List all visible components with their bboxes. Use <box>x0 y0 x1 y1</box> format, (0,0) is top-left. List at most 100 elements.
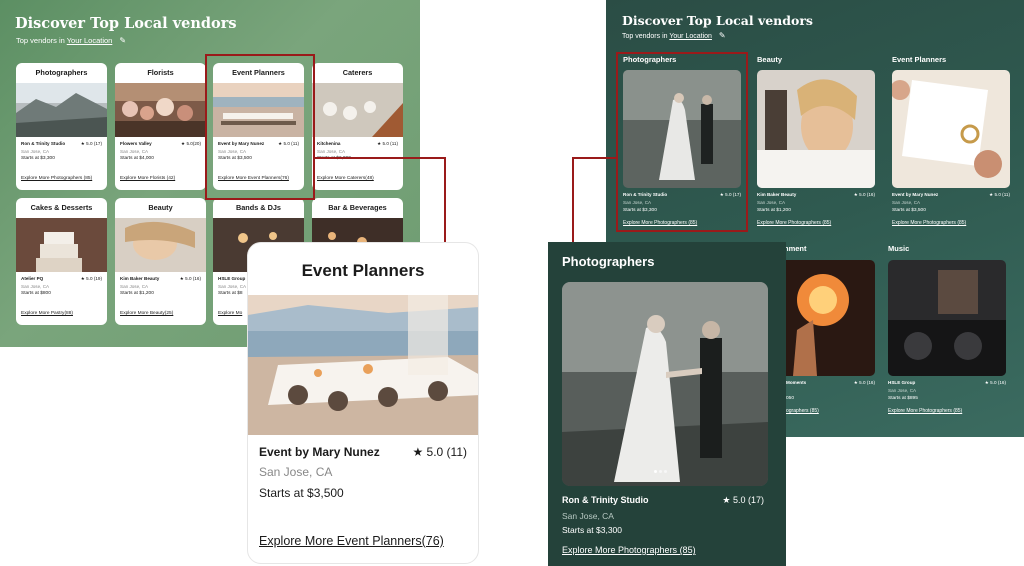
explore-more-link[interactable]: Explore More Florists (42) <box>120 176 175 181</box>
explore-more-link[interactable]: Explore Mo <box>218 311 242 316</box>
caterers-photo <box>312 83 403 137</box>
card-category: Event Planners <box>892 55 947 64</box>
florists-photo <box>115 83 206 137</box>
explore-more-link[interactable]: Explore More Pastry(88) <box>21 311 73 316</box>
cakes-photo <box>16 218 107 272</box>
vendor-location: San Jose, CA <box>317 149 346 154</box>
card-category: Event Planners <box>301 261 425 280</box>
explore-more-link[interactable]: ographers (85) <box>786 408 819 414</box>
card-category: Photographers <box>35 68 88 77</box>
vendor-location: San Jose, CA <box>888 388 917 393</box>
card-category: Caterers <box>342 68 373 77</box>
vendor-price: Starts at $895 <box>888 396 918 401</box>
explore-more-link[interactable]: Explore More Beauty(25) <box>120 311 173 316</box>
card-category: Beauty <box>757 55 783 64</box>
zoomed-event-planners-card[interactable]: Event Planners Event by Mary Nunez ★ 5.0… <box>247 242 479 564</box>
connector-line <box>444 157 446 243</box>
vendor-rating: ★ 5.0 (16) <box>179 276 201 281</box>
vendor-location: San Jose, CA <box>21 284 50 289</box>
explore-more-link[interactable]: Explore More Photographers (85) <box>757 220 831 226</box>
vendor-card-cakes-desserts[interactable]: Cakes & Desserts Atelier PQ ★ 5.0 (19) S… <box>16 198 107 325</box>
explore-more-link[interactable]: Explore More Event Planners(76) <box>259 534 444 548</box>
vendor-card-photographers[interactable]: Photographers Ron & Trinity Studio ★ 5.0… <box>16 63 107 190</box>
carousel-dots[interactable] <box>654 470 667 473</box>
vendor-price: Starts at $3,300 <box>562 525 623 535</box>
event-planners-highlight-box <box>205 54 315 200</box>
card-category: Bands & DJs <box>235 203 281 212</box>
vendor-rating: ★ 5.0(20) <box>181 141 201 146</box>
vendor-price: Starts at $3,300 <box>21 156 55 161</box>
right-panel-title: Discover Top Local vendors <box>622 13 813 28</box>
card-category: Beauty <box>148 203 173 212</box>
card-category: nment <box>784 244 807 253</box>
vendor-price: Starts at $1,200 <box>757 208 791 213</box>
card-category: Florists <box>147 68 174 77</box>
vendor-location: San Jose, CA <box>892 200 921 205</box>
event-planners-photo <box>248 295 478 435</box>
vendor-name: Ron & Trinity Studio <box>562 495 649 505</box>
music-photo[interactable] <box>888 260 1006 376</box>
vendor-rating: ★ 5.0 (16) <box>984 380 1006 385</box>
vendor-rating: ★ 5.0 (11) <box>989 192 1010 197</box>
location-link[interactable]: Your Location <box>67 36 113 45</box>
explore-more-link[interactable]: Explore More Caterers(48) <box>317 176 374 181</box>
vendor-location: San Jose, CA <box>120 284 149 289</box>
vendor-card-beauty[interactable]: Beauty Kim Baker Beauty ★ 5.0 (16) San J… <box>115 198 206 325</box>
card-category: Photographers <box>562 254 655 269</box>
vendor-price: Starts at $800 <box>21 291 51 296</box>
beauty-photo[interactable] <box>757 70 875 188</box>
vendor-name: Kitchenina <box>317 141 341 146</box>
vendor-rating: ★ 5.0 (11) <box>377 141 398 146</box>
vendor-name: Ron & Trinity Studio <box>21 141 66 146</box>
card-category: Bar & Beverages <box>328 203 387 212</box>
edit-pencil-icon[interactable]: ✎ <box>119 36 126 45</box>
vendor-rating: ★ 5.0 (16) <box>853 380 875 385</box>
card-category: Cakes & Desserts <box>30 203 93 212</box>
edit-pencil-icon[interactable]: ✎ <box>719 31 726 40</box>
event-planners-photo[interactable] <box>892 70 1010 188</box>
photographers-photo <box>16 83 107 137</box>
vendor-rating: ★ 5.0 (17) <box>80 141 102 146</box>
vendor-name: HSLE Group <box>888 380 916 385</box>
vendor-price: 050 <box>786 396 795 401</box>
connector-line <box>315 157 446 159</box>
vendor-name: Kim Baker Beauty <box>757 192 797 197</box>
vendor-name: Atelier PQ <box>21 276 44 281</box>
beauty-photo <box>115 218 206 272</box>
vendor-card-florists[interactable]: Florists Flowers Valley ★ 5.0(20) San Jo… <box>115 63 206 190</box>
vendor-price: Starts at $3,500 <box>259 486 344 500</box>
right-panel-subtitle: Top vendors in Your Location ✎ <box>622 31 726 40</box>
vendor-card-caterers[interactable]: Caterers Kitchenina ★ 5.0 (11) San Jose,… <box>312 63 403 190</box>
location-link[interactable]: Your Location <box>669 33 712 40</box>
left-panel-title: Discover Top Local vendors <box>15 15 237 32</box>
vendor-name: Event by Mary Nunez <box>259 445 380 459</box>
vendor-location: San Jose, CA <box>120 149 149 154</box>
explore-more-link[interactable]: Explore More Photographers (85) <box>892 220 966 226</box>
connector-line <box>572 157 574 243</box>
vendor-rating: ★ 5.0 (11) <box>412 445 467 459</box>
vendor-location: San Jose, CA <box>562 511 614 521</box>
vendor-name: Kim Baker Beauty <box>120 276 160 281</box>
vendor-rating: ★ 5.0 (19) <box>80 276 102 281</box>
vendor-location: San Jose, CA <box>757 200 786 205</box>
vendor-name: Flowers Valley <box>120 141 152 146</box>
vendor-price: Starts at $3,500 <box>892 208 926 213</box>
vendor-price: Starts at $4,000 <box>120 156 154 161</box>
explore-more-link[interactable]: Explore More Photographers (85) <box>562 545 696 555</box>
explore-more-link[interactable]: Explore More Photographers (85) <box>21 176 92 181</box>
vendor-name: Event by Mary Nunez <box>892 192 939 197</box>
connector-line <box>572 157 618 159</box>
zoomed-photographers-card[interactable]: Photographers Ron & Trinity Studio ★ 5.0… <box>548 242 786 566</box>
explore-more-link[interactable]: Explore More Photographers (85) <box>888 408 962 414</box>
vendor-location: San Jose, CA <box>21 149 50 154</box>
photographers-photo <box>562 282 768 486</box>
vendor-rating: ★ 5.0 (17) <box>722 495 764 505</box>
vendor-name: HSLE Group <box>218 276 246 281</box>
photographers-highlight-box <box>616 52 748 232</box>
vendor-price: Starts at $8 <box>218 291 243 296</box>
vendor-location: San Jose, CA <box>218 284 247 289</box>
card-category: Music <box>888 244 910 253</box>
vendor-rating: ★ 5.0 (16) <box>853 192 875 197</box>
vendor-location: San Jose, CA <box>259 465 333 479</box>
vendor-price: Starts at $1,200 <box>120 291 154 296</box>
